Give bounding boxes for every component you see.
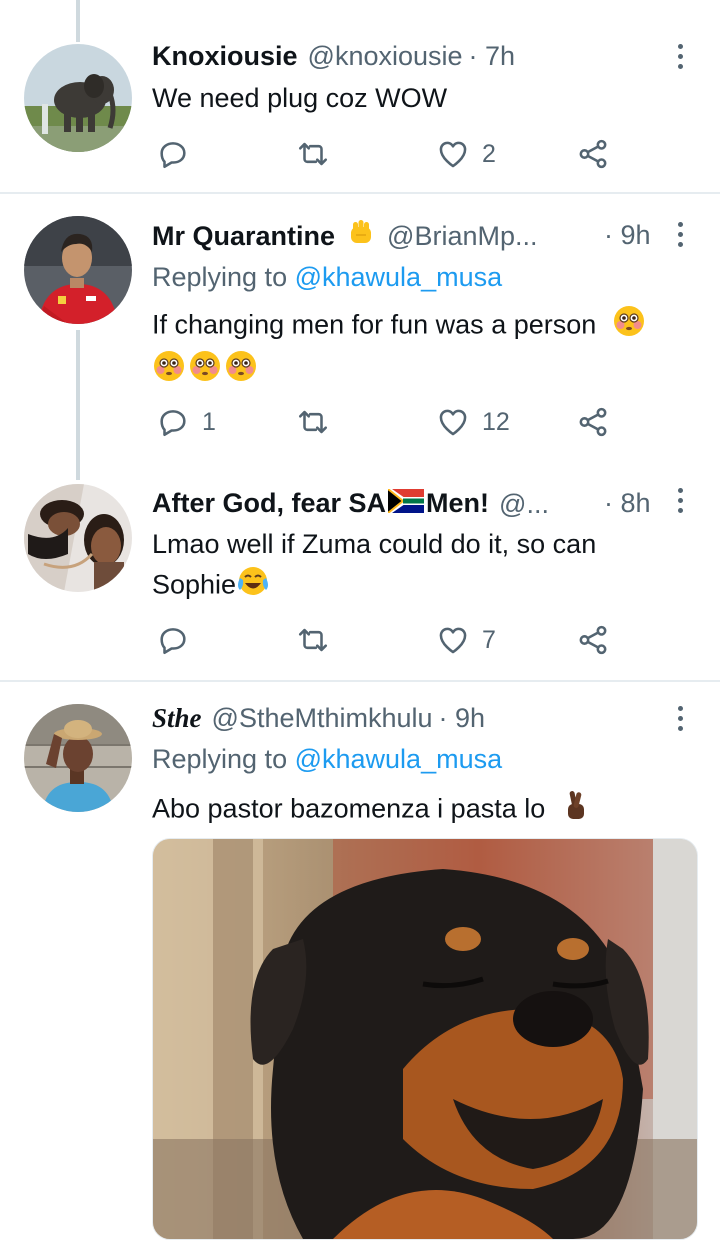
tweet-text-line: Abo pastor bazomenza i pasta lo — [152, 793, 546, 824]
tears-of-joy-emoji-icon — [236, 564, 270, 609]
tweet-header: After God, fear SA Men! @... — [152, 484, 672, 524]
crossed-fingers-emoji-icon — [561, 788, 591, 833]
like-count: 7 — [482, 625, 496, 654]
tweet-text: If changing men for fun was a person — [152, 304, 692, 394]
share-button[interactable] — [576, 134, 610, 174]
tweet-text-line: If changing men for fun was a person — [152, 309, 597, 340]
flushed-face-emoji-icon — [224, 349, 258, 394]
tweet-text-line: Sophie — [152, 569, 237, 600]
like-count: 12 — [482, 407, 510, 436]
tweet-actions: 7 — [152, 620, 622, 660]
retweet-button[interactable] — [296, 402, 342, 442]
avatar[interactable] — [24, 484, 132, 592]
timestamp[interactable]: · 8h — [604, 488, 651, 519]
retweet-icon — [298, 410, 328, 434]
timestamp[interactable]: · 9h — [604, 220, 651, 251]
display-name[interactable]: After God, fear SA Men! — [152, 486, 490, 520]
retweet-button[interactable] — [296, 620, 342, 660]
display-name[interactable]: Sthe — [152, 703, 202, 734]
reply-button[interactable] — [156, 134, 202, 174]
tweet-text-line: We need plug coz WOW — [152, 83, 448, 113]
avatar[interactable] — [24, 216, 132, 324]
south-africa-flag-icon — [387, 486, 425, 520]
tweet-media-image[interactable] — [152, 838, 698, 1240]
more-vertical-icon[interactable] — [672, 36, 688, 76]
share-icon — [579, 139, 607, 169]
reply-button[interactable] — [156, 620, 202, 660]
avatar[interactable] — [24, 44, 132, 152]
tweet-text-line-2: Sophie — [152, 564, 692, 609]
more-vertical-icon[interactable] — [672, 698, 688, 738]
timestamp[interactable]: · 7h — [469, 41, 516, 72]
retweet-icon — [298, 628, 328, 652]
tweet-actions: 1 12 — [152, 402, 622, 442]
thread-line-top — [76, 0, 80, 42]
like-button[interactable]: 2 — [436, 134, 496, 174]
user-handle[interactable]: @... — [499, 489, 549, 520]
replying-to: Replying to @khawula_musa — [152, 744, 502, 775]
display-name-part2: Men! — [426, 487, 490, 518]
flushed-face-emoji-icon — [188, 349, 222, 394]
tweet-text-line: Lmao well if Zuma could do it, so can — [152, 529, 597, 559]
rottweiler-photo — [153, 839, 697, 1239]
user-handle[interactable]: @knoxiousie — [308, 41, 463, 72]
heart-icon — [439, 627, 467, 654]
replying-to: Replying to @khawula_musa — [152, 262, 502, 293]
reply-button[interactable]: 1 — [156, 402, 216, 442]
thread-line-middle — [76, 330, 80, 480]
like-button[interactable]: 7 — [436, 620, 496, 660]
replying-to-label: Replying to — [152, 262, 295, 292]
user-handle[interactable]: @BrianMp... — [387, 221, 537, 252]
more-vertical-icon[interactable] — [672, 480, 688, 520]
tweet-header: Knoxiousie @knoxiousie · 7h — [152, 36, 672, 76]
display-name-part1: After God, fear SA — [152, 487, 387, 518]
display-name[interactable]: Knoxiousie — [152, 41, 298, 72]
mention-link[interactable]: @khawula_musa — [295, 262, 503, 292]
tweet-header: Mr Quarantine @BrianMp... — [152, 216, 672, 256]
reply-icon — [160, 142, 186, 169]
tweet-text: Lmao well if Zuma could do it, so can So… — [152, 524, 692, 609]
reply-count: 1 — [202, 407, 216, 436]
tweet-divider — [0, 192, 720, 194]
tweet-divider — [0, 680, 720, 682]
user-handle[interactable]: @StheMthimkhulu — [212, 703, 433, 734]
like-count: 2 — [482, 139, 496, 168]
mention-link[interactable]: @khawula_musa — [295, 744, 503, 774]
share-button[interactable] — [576, 620, 610, 660]
more-vertical-icon[interactable] — [672, 214, 688, 254]
reply-icon — [160, 410, 186, 437]
display-name[interactable]: Mr Quarantine — [152, 221, 335, 252]
reply-icon — [160, 628, 186, 655]
replying-to-label: Replying to — [152, 744, 295, 774]
flushed-face-emoji-icon — [612, 304, 646, 349]
flushed-face-emoji-icon — [152, 349, 186, 394]
retweet-icon — [298, 142, 328, 166]
avatar[interactable] — [24, 704, 132, 812]
timestamp[interactable]: · 9h — [439, 703, 486, 734]
heart-icon — [439, 141, 467, 168]
share-icon — [579, 407, 607, 437]
raised-fist-emoji-icon — [345, 217, 377, 256]
like-button[interactable]: 12 — [436, 402, 510, 442]
retweet-button[interactable] — [296, 134, 342, 174]
heart-icon — [439, 409, 467, 436]
share-icon — [579, 625, 607, 655]
tweet-header: Sthe @StheMthimkhulu · 9h — [152, 698, 672, 738]
tweet-actions: 2 — [152, 134, 622, 174]
tweet-text: Abo pastor bazomenza i pasta lo — [152, 788, 692, 833]
tweet-text: We need plug coz WOW — [152, 78, 692, 118]
share-button[interactable] — [576, 402, 610, 442]
